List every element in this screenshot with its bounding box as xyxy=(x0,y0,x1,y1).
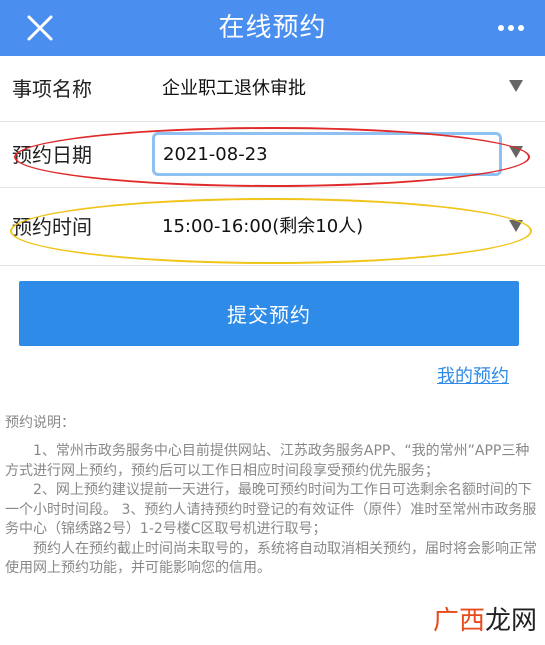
my-appointments-link[interactable]: 我的预约 xyxy=(437,362,509,388)
watermark-part2: 龙网 xyxy=(484,606,537,636)
item-name-select[interactable]: 企业职工退休审批 xyxy=(162,56,306,122)
time-row[interactable]: 预约时间 15:00-16:00(剩余10人) xyxy=(0,188,545,266)
item-name-label: 事项名称 xyxy=(12,77,92,101)
notes-title: 预约说明： xyxy=(5,415,75,431)
watermark-logo: 广西龙网 xyxy=(433,600,537,637)
notes-text: 1、常州市政务服务中心目前提供网站、江苏政务服务APP、“我的常州”APP三种方… xyxy=(5,442,541,579)
notes-paragraph: 1、常州市政务服务中心目前提供网站、江苏政务服务APP、“我的常州”APP三种方… xyxy=(5,443,530,479)
more-icon[interactable] xyxy=(491,18,531,38)
item-name-row[interactable]: 事项名称 企业职工退休审批 xyxy=(0,56,545,122)
notes-paragraph: 2、网上预约建议提前一天进行，最晚可预约时间为工作日可选剩余名额时间的下一个小时… xyxy=(5,482,537,537)
dropdown-arrow-icon[interactable] xyxy=(509,146,523,158)
top-bar: 在线预约 xyxy=(0,0,545,56)
date-input[interactable] xyxy=(152,132,502,176)
time-label: 预约时间 xyxy=(12,215,92,239)
dropdown-arrow-icon[interactable] xyxy=(509,220,523,232)
date-row: 预约日期 xyxy=(0,122,545,188)
dropdown-arrow-icon[interactable] xyxy=(509,80,523,92)
time-select[interactable]: 15:00-16:00(剩余10人) xyxy=(162,188,363,266)
watermark-part1: 广西 xyxy=(432,606,485,636)
date-label: 预约日期 xyxy=(12,143,92,167)
submit-button[interactable]: 提交预约 xyxy=(19,281,519,346)
page-title: 在线预约 xyxy=(218,13,327,43)
notes-paragraph: 预约人在预约截止时间尚未取号的，系统将自动取消相关预约，届时将会影响正常使用网上… xyxy=(5,540,537,577)
